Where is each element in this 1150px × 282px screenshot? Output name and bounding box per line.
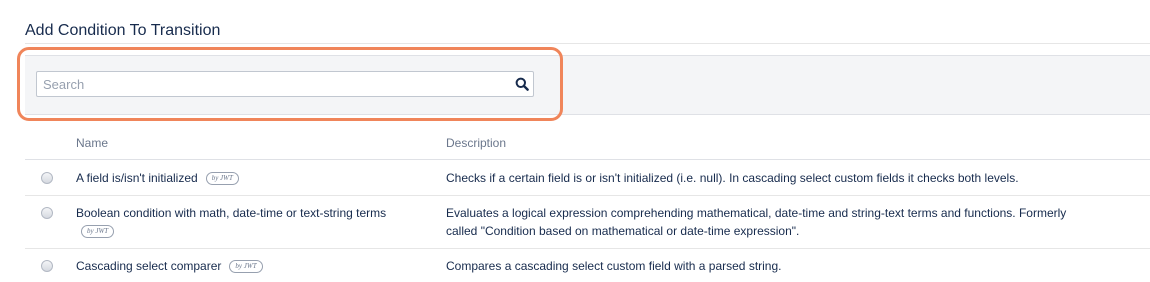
search-box[interactable] — [36, 71, 534, 97]
table-row[interactable]: A field is/isn't initialized by JWT Check… — [25, 160, 1150, 195]
condition-name: A field is/isn't initialized by JWT — [76, 170, 239, 186]
table-row[interactable]: Boolean condition with math, date-time o… — [25, 196, 1150, 248]
search-input[interactable] — [43, 72, 503, 96]
jwt-badge: by JWT — [205, 172, 239, 186]
condition-name-text: Cascading select comparer — [76, 259, 222, 273]
row-radio[interactable] — [41, 207, 53, 219]
description-line-2: called "Condition based on mathematical … — [446, 224, 800, 238]
condition-name-text: A field is/isn't initialized — [76, 171, 198, 185]
condition-description: Evaluates a logical expression comprehen… — [446, 204, 1136, 240]
dialog-title: Add Condition To Transition — [25, 22, 221, 39]
jwt-badge: by JWT — [229, 260, 263, 274]
row-radio[interactable] — [41, 172, 53, 184]
table-row[interactable]: Cascading select comparer by JWT Compares… — [25, 249, 1150, 282]
row-radio[interactable] — [41, 260, 53, 272]
column-header-description[interactable]: Description — [446, 136, 506, 150]
title-divider — [25, 43, 1150, 44]
description-line-1: Evaluates a logical expression comprehen… — [446, 206, 1067, 220]
condition-name: Boolean condition with math, date-time o… — [76, 205, 386, 238]
condition-name-text: Boolean condition with math, date-time o… — [76, 206, 387, 220]
search-icon[interactable] — [515, 77, 529, 91]
jwt-badge: by JWT — [81, 224, 115, 238]
condition-description: Compares a cascading select custom field… — [446, 259, 782, 273]
condition-name: Cascading select comparer by JWT — [76, 258, 263, 274]
condition-description: Checks if a certain field is or isn't in… — [446, 171, 1019, 185]
column-header-name[interactable]: Name — [76, 136, 108, 150]
